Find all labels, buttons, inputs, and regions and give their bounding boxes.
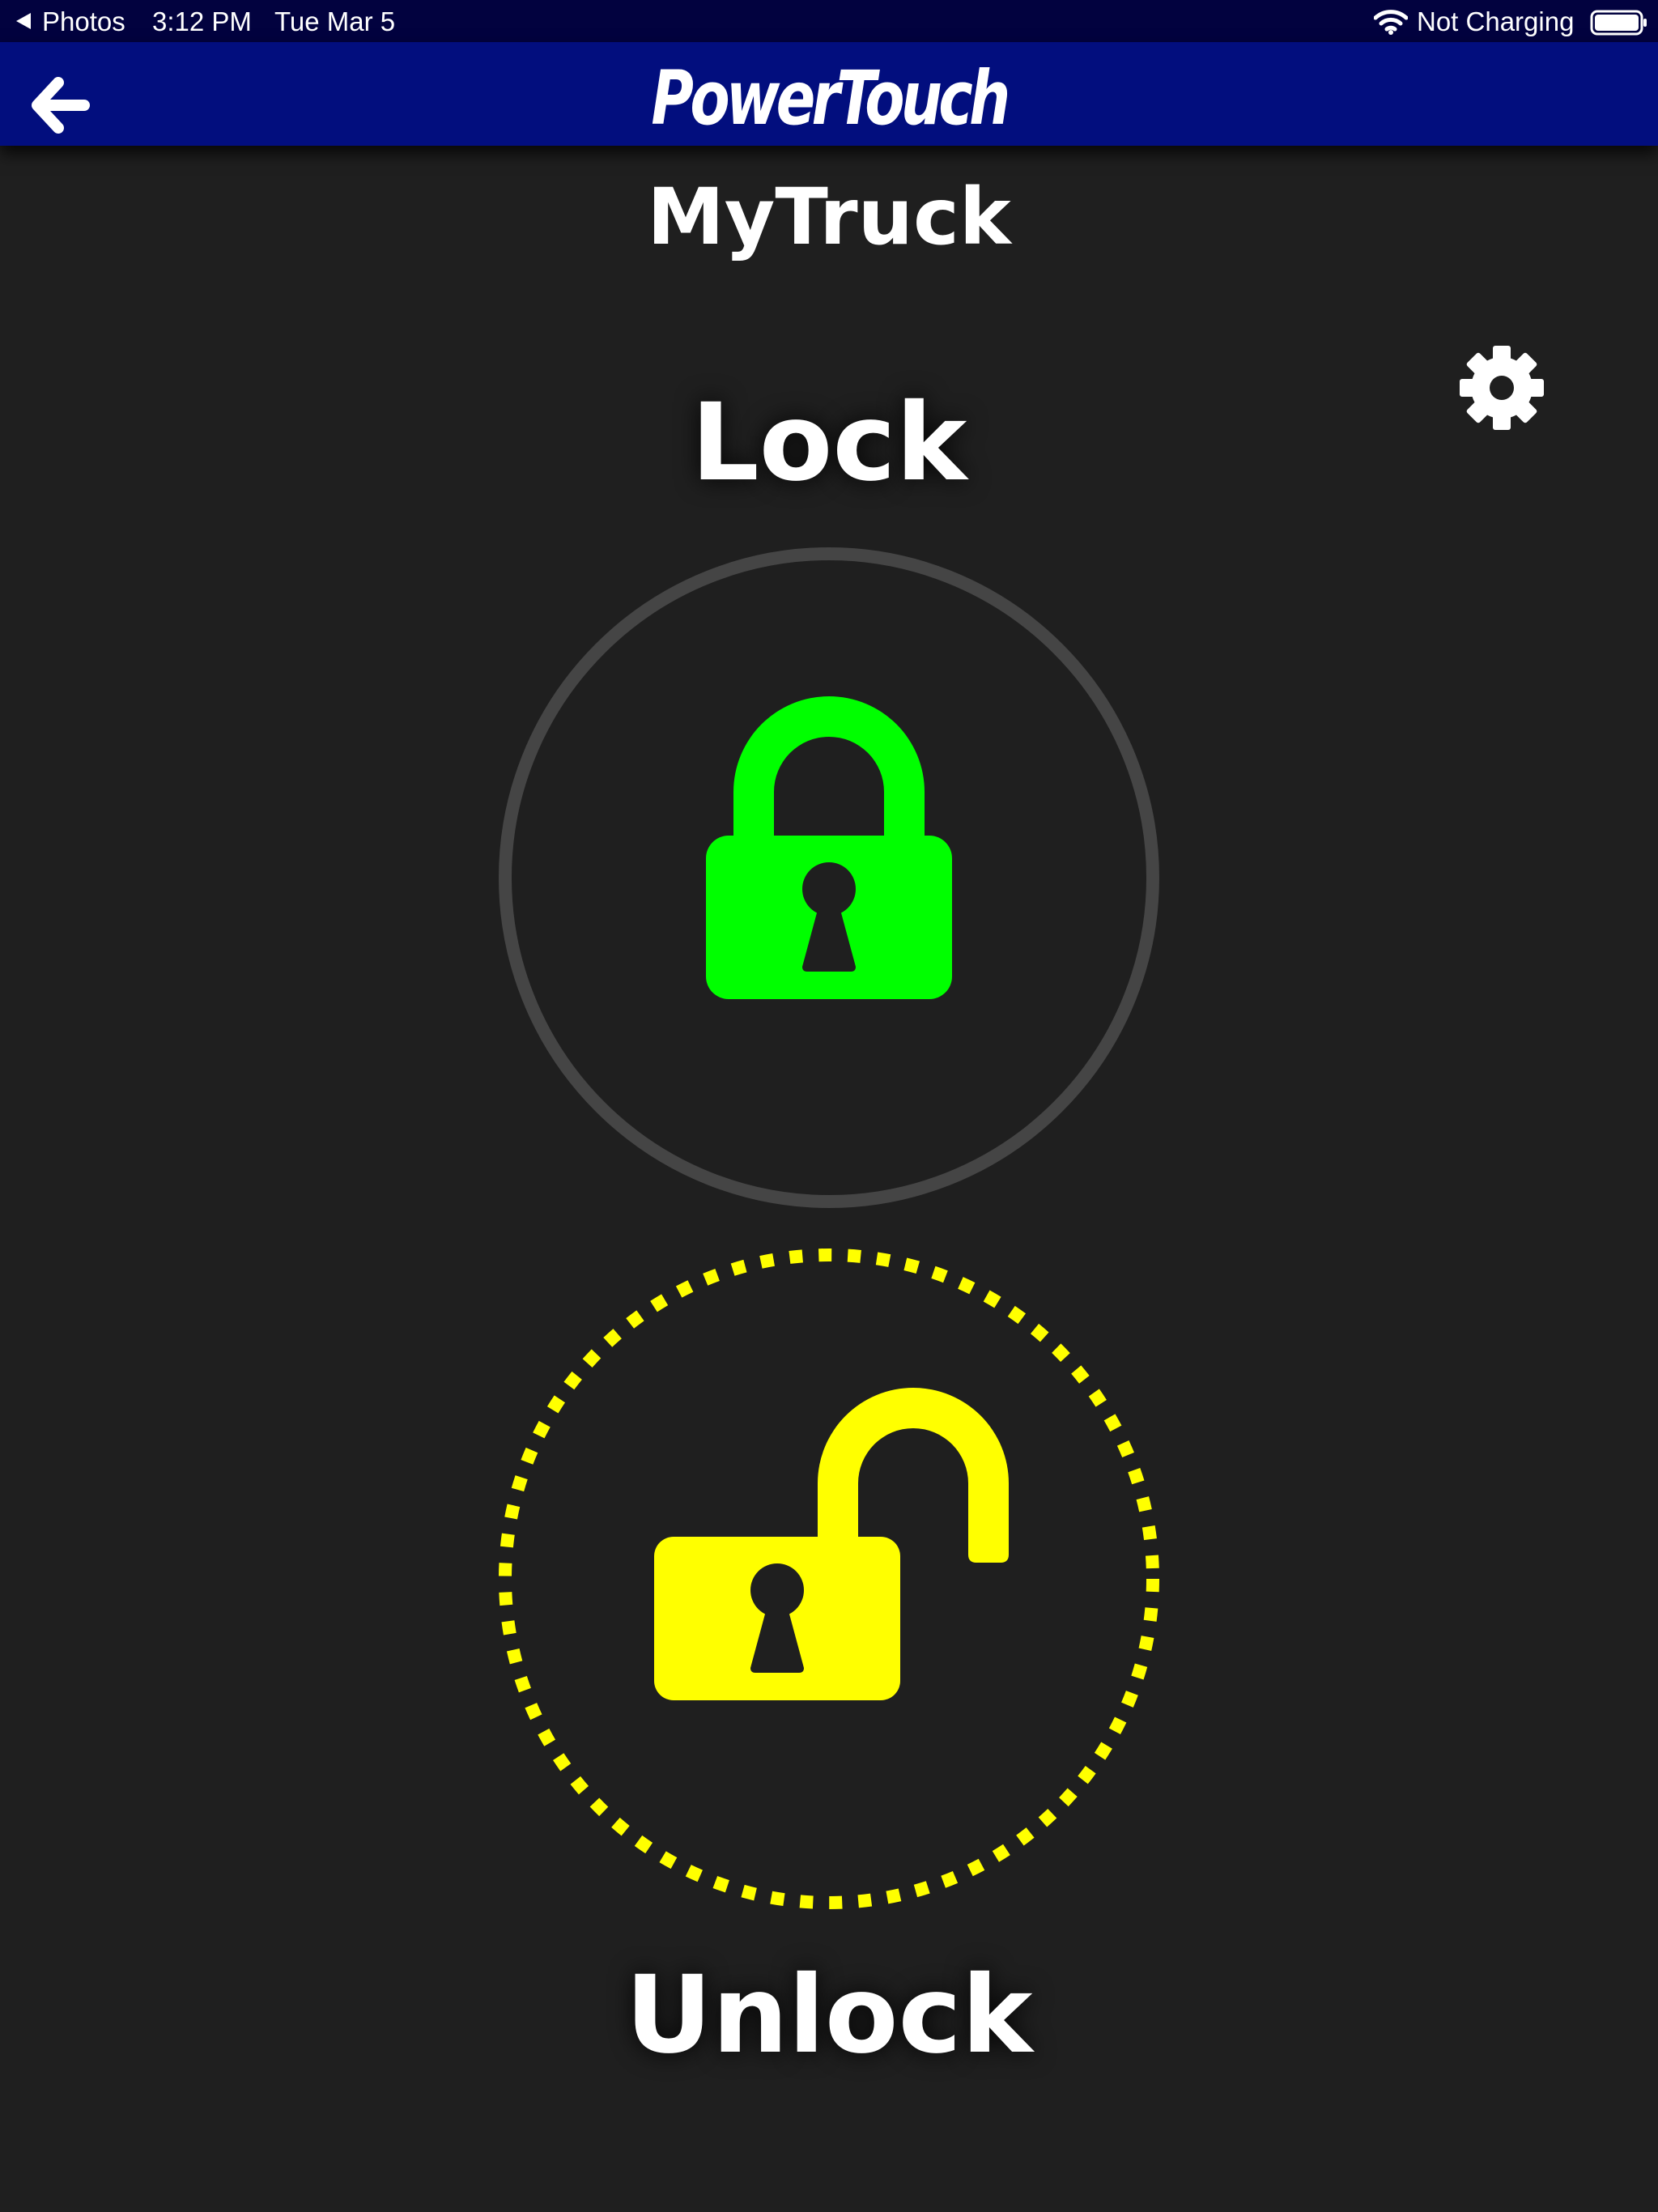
- lock-open-icon: [654, 1388, 1009, 1700]
- unlock-ring: [499, 1249, 1159, 1909]
- arrow-left-icon: [32, 77, 90, 134]
- lock-ring: [499, 547, 1159, 1208]
- lock-label: Lock: [691, 381, 967, 505]
- status-back-app[interactable]: Photos: [42, 6, 125, 37]
- status-charging: Not Charging: [1417, 6, 1575, 36]
- status-date: Tue Mar 5: [274, 6, 396, 36]
- device-title: MyTruck: [647, 172, 1011, 262]
- brand-logo: PowerTouch: [651, 55, 1010, 142]
- status-time: 3:12 PM: [152, 6, 252, 36]
- unlock-label: Unlock: [625, 1953, 1033, 2078]
- wifi-icon: [1374, 10, 1408, 35]
- battery-icon: [1590, 10, 1647, 36]
- status-bar: Photos 3:12 PM Tue Mar 5 Not Charging: [0, 0, 1658, 42]
- back-button[interactable]: [29, 76, 94, 134]
- lock-button[interactable]: [497, 546, 1161, 1210]
- unlock-button[interactable]: [497, 1247, 1161, 1911]
- back-caret-icon[interactable]: [15, 11, 32, 31]
- lock-closed-icon: [706, 696, 952, 999]
- nav-bar: PowerTouch: [0, 42, 1658, 146]
